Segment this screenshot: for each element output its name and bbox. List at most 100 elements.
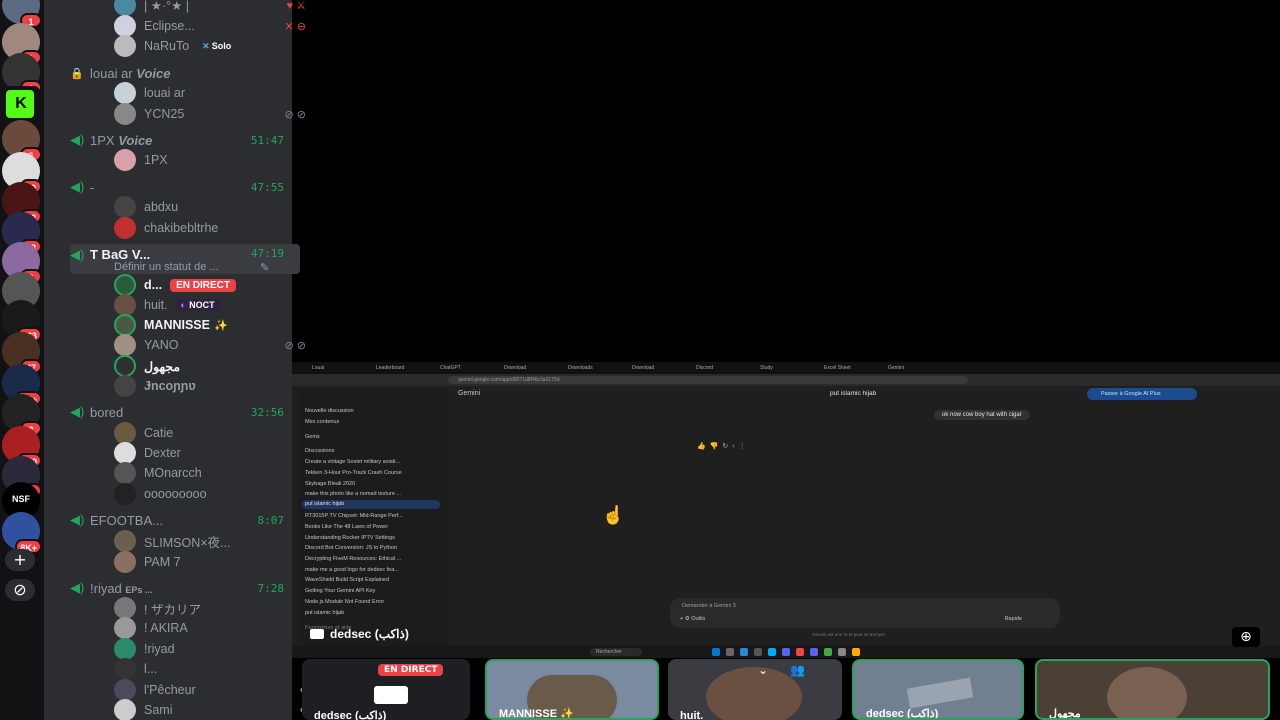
participant-tile[interactable]: مجهول [1035,659,1270,720]
voice-user[interactable]: NaRuTo ✕ Solo [114,35,314,57]
voice-user[interactable]: ooooooooo⊘ [114,483,314,505]
muted-icon: ⊘ ⊘ [284,339,307,352]
voice-user[interactable]: | ★·°★ | ♥ ⚔ [114,0,314,16]
username: MANNISSE [144,318,210,332]
sidebar-item: Getting Your Gemini API Key [305,588,376,594]
voice-user[interactable]: SLIMSON×夜... [114,530,314,552]
voice-user[interactable]: d... EN DIRECT [114,274,314,296]
taskbar-icons [712,648,860,656]
user-tag: ✕ Solo [197,40,236,53]
browser-tab: Download [504,365,527,371]
channel-status[interactable]: Définir un statut de ... ✎ [114,261,269,274]
participant-tile[interactable]: MANNISSE ✨ [485,659,659,720]
speaker-icon: ◀) [70,404,85,419]
avatar [114,0,136,16]
voice-user[interactable]: l'Pêcheur◐ [114,679,314,701]
server-icon[interactable]: K [2,86,40,124]
voice-user[interactable]: MOnarcch⊘ [114,462,314,484]
voice-user[interactable]: Dexter◐ [114,442,314,464]
voice-user[interactable]: chakibebltrhe [114,217,314,239]
voice-user[interactable]: PAM 7⊘ [114,551,314,573]
response-actions: 👍👎↻‹⋮ [697,443,750,450]
disclaimer: Gemini est une IA et peut se tromper [812,632,886,637]
server-icon[interactable]: 8K+ [2,512,42,554]
zoom-in-icon: ⊕ [1240,629,1252,645]
participant-tile[interactable]: dedsec (ذاكب) [852,659,1024,720]
voice-user[interactable]: l... [114,658,314,680]
live-badge: EN DIRECT [378,664,444,676]
voice-user[interactable]: MANNISSE ✨ [114,314,314,336]
discover-button[interactable]: ⊘ [5,579,35,601]
voice-user[interactable]: Sami◐ [114,699,314,720]
username: d... [144,278,163,292]
voice-user[interactable]: ! ザカリア● [114,597,314,619]
voice-user[interactable]: YCN25 ⊘ ⊘ [114,103,314,125]
voice-user[interactable]: louai ar [114,82,314,104]
voice-user[interactable]: Eclipse... ✕ ⊖ [114,15,314,37]
browser-tabs: Louai Leaderboard ChatGPT Download Downl… [292,362,1280,374]
speaker-icon: ◀) [70,132,85,147]
prompt-placeholder: Demander à Gemini 3 [682,603,736,609]
channel-timer: 32:56 [250,405,284,419]
muted-icon: ⊘ ⊘ [284,108,307,121]
zoom-button[interactable]: ⊕ [1232,627,1260,647]
voice-channel-1px[interactable]: ◀) 1PX Voice 51:47 [70,129,300,151]
video-feed [1107,667,1187,718]
username: | ★·°★ | [144,0,190,13]
speaker-icon: ◀) [70,247,85,262]
screen-share-label: dedsec (ذاكب) [310,627,409,641]
address-bar: gemini.google.com/app/d9071d8f46c3a3175d [292,374,1280,386]
server-label: K [15,95,27,112]
voice-channel-bored[interactable]: ◀) bored 32:56 [70,401,300,423]
add-server-button[interactable]: + [5,549,35,571]
sidebar-item: Decrypting FiveM Resources: Ethical ... [305,556,402,562]
voice-channel-riyad[interactable]: ◀) !riyad EPs ... 7:28 [70,577,300,599]
voice-user[interactable]: ! AKIRA⊘ [114,617,314,639]
sidebar-item: Nouvelle discussion [305,408,354,414]
sidebar-item-selected: put islamic hijab [302,500,440,509]
participant-tile[interactable]: EN DIRECT dedsec (ذاكب) [302,659,470,720]
sidebar-item: Understanding Rocker IPTV Settings [305,535,395,541]
avatar [114,551,136,573]
sidebar-item: Skybage Bleali 2020 [305,481,356,487]
voice-user[interactable]: Catie⊘ [114,422,314,444]
browser-tab: Louai [312,365,325,371]
jet-image [906,677,974,709]
voice-user[interactable]: YANO ⊘ ⊘ [114,334,314,356]
avatar [114,334,136,356]
voice-channel-dash[interactable]: ◀) - 47:55 [70,176,300,198]
x-icon: ✕ [202,40,210,51]
voice-user[interactable]: Ɉncoɲɲʋ■ [114,375,314,397]
mode-label: Rapide [1004,616,1022,622]
voice-channel-efootball[interactable]: ◀) EFOOTBA... 8:07 [70,509,300,531]
participant-tile[interactable]: ⌄ 👥 huit. [668,659,842,720]
username: Ɉncoɲɲʋ [144,379,196,393]
prompt-box: Demander à Gemini 3 + ⚙ Outils Rapide [670,598,1060,628]
sidebar-item: make this photo like a nomad texture ... [305,491,401,497]
username: SLIMSON×夜... [144,535,231,550]
username: abdxu [144,200,179,214]
username: huit. [144,298,168,312]
sidebar-item: Node.js Module Not Found Error [305,599,385,605]
screen-share-view[interactable]: Louai Leaderboard ChatGPT Download Downl… [292,362,1280,658]
channel-list: | ★·°★ | ♥ ⚔ Eclipse... ✕ ⊖ NaRuTo ✕ Solo 🔒 l… [44,0,306,720]
status-icons: ♥ ⚔ [286,0,306,12]
user-message: ok now cow boy hat with cigar [934,410,1030,420]
sidebar-item: RT3015P TV Chipset: Mid-Range Perf... [305,513,403,519]
avatar [114,274,136,296]
voice-user[interactable]: مجهول■ [114,355,314,377]
voice-user[interactable]: abdxu [114,196,314,218]
channel-timer: 51:47 [250,133,284,147]
browser-tab: Study [760,365,773,371]
username: l'Pêcheur [144,683,196,697]
server-icon[interactable]: 1 [2,0,42,28]
channel-timer: 7:28 [257,581,285,595]
voice-user[interactable]: huit. ◐ NOCT [114,294,314,316]
chat-title: put islamic hijab [830,390,877,397]
voice-user[interactable]: !riyad◐ [114,638,314,660]
avatar [114,483,136,505]
voice-channel-louai[interactable]: 🔒 louai ar Voice [70,62,300,84]
gemini-sidebar: Nouvelle discussion Mes contenus Gems Di… [298,388,448,658]
server-label: NSF [12,494,30,504]
voice-user[interactable]: 1PX [114,149,314,171]
